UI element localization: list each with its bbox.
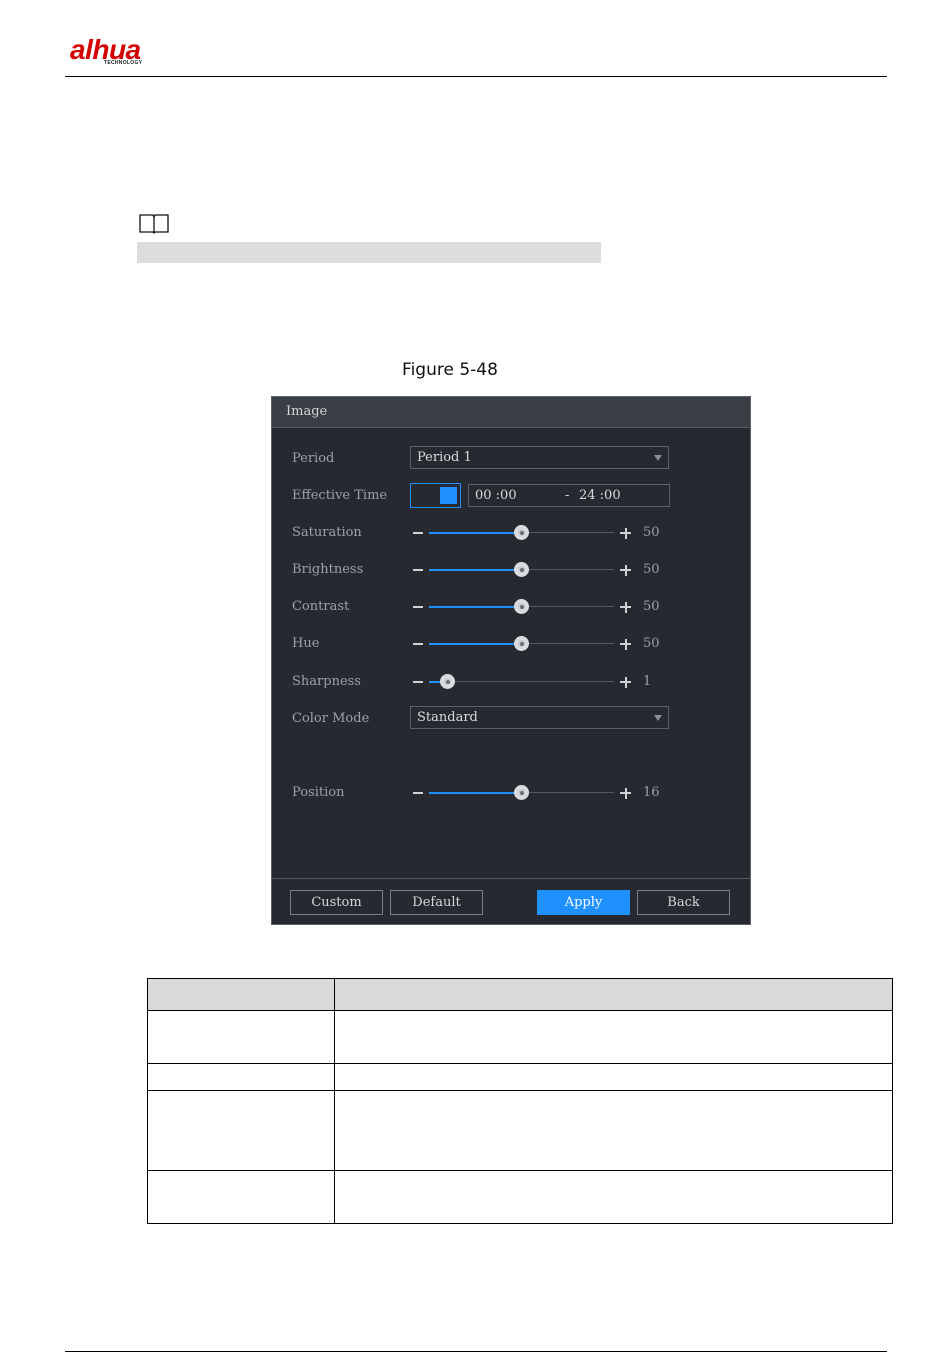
sharpness-slider-handle[interactable] [440,674,455,689]
table-row [147,1010,893,1064]
contrast-slider-fill [429,606,522,608]
period-dropdown[interactable]: Period 1 [410,446,669,469]
apply-button[interactable]: Apply [537,890,630,915]
default-button[interactable]: Default [390,890,483,915]
time-range-input[interactable]: 00 :00 - 24 :00 [468,484,670,507]
minus-icon[interactable] [413,532,423,534]
minus-icon[interactable] [413,606,423,608]
saturation-slider-fill [429,532,522,534]
dialog-title: Image [286,404,328,419]
saturation-slider-value: 50 [643,525,660,540]
table-header-cell [147,978,335,1011]
color-mode-value: Standard [417,710,478,725]
table-cell [147,1090,335,1171]
note-book-icon [139,214,169,234]
table-row [147,1090,893,1171]
dialog-footer-divider [272,878,750,879]
hue-slider-value: 50 [643,636,660,651]
brightness-slider-value: 50 [643,562,660,577]
brightness-slider-label: Brightness [292,562,364,577]
table-cell [147,1170,335,1224]
contrast-slider-label: Contrast [292,599,350,614]
plus-icon-stem [624,564,627,576]
table-cell [147,1010,335,1064]
logo-tagline: TECHNOLOGY [104,60,143,66]
position-slider-fill [429,792,522,794]
time-start: 00 :00 [475,488,517,503]
contrast-slider-handle[interactable] [514,599,529,614]
sharpness-slider-track[interactable] [429,681,614,682]
toggle-knob [440,487,457,504]
table-row [147,1063,893,1091]
sharpness-slider-value: 1 [643,674,652,689]
color-mode-dropdown[interactable]: Standard [410,706,669,729]
table-row [147,1170,893,1224]
minus-icon[interactable] [413,792,423,794]
table-cell [147,1063,335,1091]
figure-caption: Figure 5-48 [402,360,498,380]
saturation-slider-handle[interactable] [514,525,529,540]
position-slider-value: 16 [643,785,660,800]
note-highlight-bar [137,242,601,263]
dialog-titlebar: Image [272,397,750,428]
chevron-down-icon [654,455,662,461]
footer-rule [65,1351,887,1352]
position-slider-label: Position [292,785,345,800]
table-header-cell [334,978,893,1011]
table-header-row [147,978,893,1011]
effective-time-toggle[interactable] [410,483,461,508]
plus-icon-stem [624,676,627,688]
custom-button[interactable]: Custom [290,890,383,915]
brightness-slider-fill [429,569,522,571]
effective-time-label: Effective Time [292,488,388,503]
parameter-table [147,978,893,1224]
table-cell [334,1170,893,1224]
sharpness-slider-label: Sharpness [292,674,361,689]
brightness-slider-handle[interactable] [514,562,529,577]
period-label: Period [292,451,335,466]
time-end: 24 :00 [579,488,621,503]
brand-logo: alhua TECHNOLOGY [70,34,190,70]
period-value: Period 1 [417,450,472,465]
table-cell [334,1090,893,1171]
minus-icon[interactable] [413,681,423,683]
position-slider-handle[interactable] [514,785,529,800]
plus-icon-stem [624,601,627,613]
table-cell [334,1063,893,1091]
contrast-slider-value: 50 [643,599,660,614]
color-mode-label: Color Mode [292,711,370,726]
header-rule [65,76,887,77]
image-dialog: Image Period Period 1 Effective Time 00 … [271,396,751,925]
plus-icon-stem [624,638,627,650]
plus-icon-stem [624,527,627,539]
back-button[interactable]: Back [637,890,730,915]
time-separator: - [565,488,570,503]
table-cell [334,1010,893,1064]
hue-slider-fill [429,643,522,645]
chevron-down-icon [654,715,662,721]
saturation-slider-label: Saturation [292,525,362,540]
hue-slider-label: Hue [292,636,320,651]
hue-slider-handle[interactable] [514,636,529,651]
plus-icon-stem [624,787,627,799]
minus-icon[interactable] [413,569,423,571]
minus-icon[interactable] [413,643,423,645]
